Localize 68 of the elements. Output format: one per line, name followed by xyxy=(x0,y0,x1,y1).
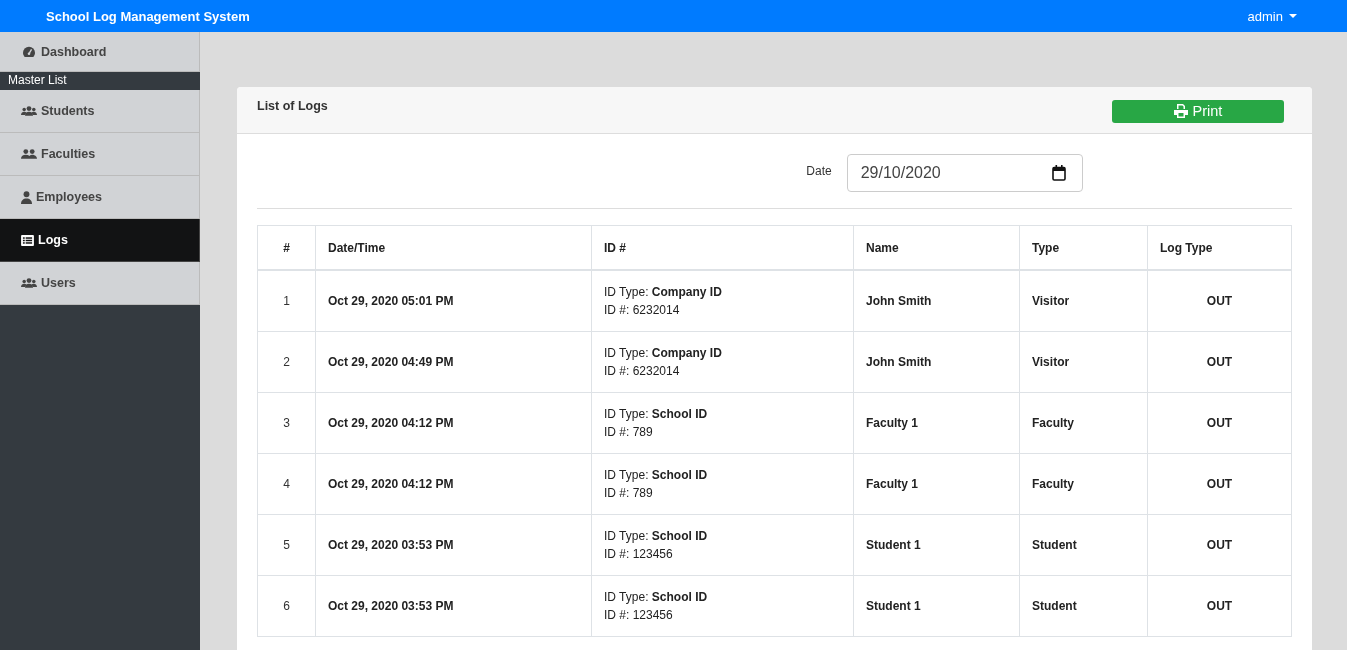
date-label: Date xyxy=(806,164,832,178)
user-menu[interactable]: admin xyxy=(1247,8,1297,24)
user-icon xyxy=(21,190,32,204)
sidebar-item[interactable]: Users xyxy=(0,262,200,305)
table-cell: Visitor xyxy=(1019,331,1148,393)
sidebar-item[interactable]: Employees xyxy=(0,176,200,219)
table-cell: Oct 29, 2020 04:49 PM xyxy=(315,331,592,393)
table-cell: Oct 29, 2020 03:53 PM xyxy=(315,514,592,576)
table-cell: Student 1 xyxy=(853,514,1020,576)
sidebar-item[interactable]: Logs xyxy=(0,219,200,262)
table-cell: John Smith xyxy=(853,331,1020,393)
id-type-text: ID Type: School ID xyxy=(604,589,709,606)
users-icon xyxy=(21,105,37,117)
table-cell: 5 xyxy=(257,514,316,576)
table-cell: John Smith xyxy=(853,270,1020,332)
table-cell: Oct 29, 2020 03:53 PM xyxy=(315,575,592,637)
printer-icon xyxy=(1173,104,1188,118)
card-title: List of Logs xyxy=(257,99,328,113)
table-cell: OUT xyxy=(1147,270,1292,332)
table-cell: 2 xyxy=(257,331,316,393)
sidebar-item[interactable]: Students xyxy=(0,90,200,133)
table-cell: Faculty 1 xyxy=(853,392,1020,454)
id-number-text: ID #: 789 xyxy=(604,424,654,441)
column-header: Date/Time xyxy=(315,225,592,270)
id-type-text: ID Type: Company ID xyxy=(604,345,723,362)
column-header: # xyxy=(257,225,316,270)
table-cell: 3 xyxy=(257,392,316,454)
gauge-icon xyxy=(21,45,37,58)
id-number-text: ID #: 789 xyxy=(604,485,654,502)
id-number-text: ID #: 123456 xyxy=(604,607,674,624)
table-cell: Faculty xyxy=(1019,453,1148,515)
calendar-icon[interactable] xyxy=(1051,165,1066,181)
users-icon xyxy=(21,277,37,289)
table-cell: Student xyxy=(1019,514,1148,576)
column-header: Log Type xyxy=(1147,225,1292,270)
list-icon xyxy=(21,234,34,246)
table-cell: 6 xyxy=(257,575,316,637)
sidebar-item[interactable]: Faculties xyxy=(0,133,200,176)
table-cell: Student 1 xyxy=(853,575,1020,637)
table-cell: Oct 29, 2020 04:12 PM xyxy=(315,453,592,515)
table-cell: Oct 29, 2020 04:12 PM xyxy=(315,392,592,454)
id-number-text: ID #: 6232014 xyxy=(604,302,681,319)
id-type-text: ID Type: Company ID xyxy=(604,284,723,301)
id-type-text: ID Type: School ID xyxy=(604,406,709,423)
id-type-text: ID Type: School ID xyxy=(604,528,709,545)
id-number-text: ID #: 6232014 xyxy=(604,363,681,380)
table-cell: OUT xyxy=(1147,453,1292,515)
table-cell: Faculty 1 xyxy=(853,453,1020,515)
table-cell: OUT xyxy=(1147,331,1292,393)
column-header: Type xyxy=(1019,225,1148,270)
table-cell: OUT xyxy=(1147,392,1292,454)
sidebar-item[interactable]: Dashboard xyxy=(0,32,200,72)
id-type-text: ID Type: School ID xyxy=(604,467,709,484)
caret-icon xyxy=(1289,14,1297,18)
date-field[interactable]: 29/10/2020 xyxy=(846,154,1083,192)
table-cell: 4 xyxy=(257,453,316,515)
table-cell: Student xyxy=(1019,575,1148,637)
table-cell: Oct 29, 2020 05:01 PM xyxy=(315,270,592,332)
id-number-text: ID #: 123456 xyxy=(604,546,674,563)
table-cell: Faculty xyxy=(1019,392,1148,454)
table-cell: OUT xyxy=(1147,514,1292,576)
app-title[interactable]: School Log Management System xyxy=(46,8,250,24)
column-header: Name xyxy=(853,225,1020,270)
column-header: ID # xyxy=(591,225,854,270)
table-cell: 1 xyxy=(257,270,316,332)
table-cell: OUT xyxy=(1147,575,1292,637)
users-icon xyxy=(21,148,37,160)
table-cell: Visitor xyxy=(1019,270,1148,332)
